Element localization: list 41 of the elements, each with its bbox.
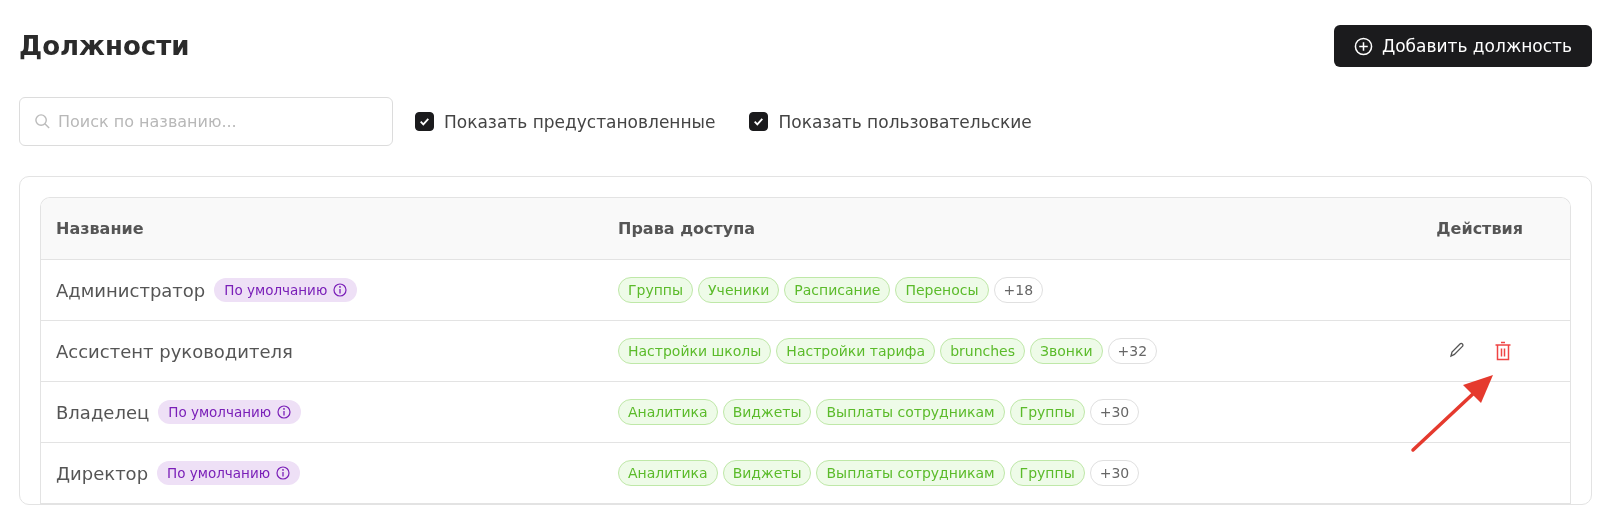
permission-tag: Ученики bbox=[698, 277, 780, 303]
role-name: Ассистент руководителя bbox=[56, 340, 293, 362]
permission-tag: Звонки bbox=[1030, 338, 1103, 364]
role-name: Владелец bbox=[56, 401, 150, 423]
permission-tag: Выплаты сотрудникам bbox=[816, 399, 1005, 425]
badge-label: По умолчанию bbox=[224, 282, 328, 298]
permission-tag: Аналитика bbox=[618, 460, 718, 486]
checkbox-label: Показать предустановленные bbox=[444, 111, 716, 132]
column-header: Название bbox=[55, 219, 145, 238]
permission-tag: Расписание bbox=[784, 277, 891, 303]
permission-tag: Группы bbox=[1009, 460, 1085, 486]
permission-tag: Настройки школы bbox=[618, 338, 772, 364]
column-header: Права доступа bbox=[617, 219, 757, 238]
permission-tag: Переносы bbox=[895, 277, 989, 303]
page-title: Должности bbox=[19, 31, 190, 61]
badge-label: По умолчанию bbox=[168, 404, 272, 420]
permission-tag: Виджеты bbox=[722, 399, 812, 425]
permission-tag: Аналитика bbox=[618, 399, 718, 425]
permission-tag: Группы bbox=[1009, 399, 1085, 425]
column-header: Действия bbox=[1435, 219, 1524, 238]
info-icon bbox=[333, 283, 348, 297]
permission-tag: Группы bbox=[618, 277, 694, 303]
info-icon bbox=[276, 466, 291, 480]
permission-tag: Настройки тарифа bbox=[776, 338, 936, 364]
add-position-button[interactable]: Добавить должность bbox=[1333, 25, 1592, 67]
plus-circle-icon bbox=[1353, 36, 1373, 56]
checkmark-icon bbox=[752, 115, 766, 128]
checkmark-icon bbox=[418, 115, 431, 128]
permission-tag: Выплаты сотрудникам bbox=[816, 460, 1005, 486]
trash-icon[interactable] bbox=[1494, 341, 1512, 361]
role-name: Директор bbox=[56, 462, 149, 484]
checkbox[interactable] bbox=[415, 112, 434, 131]
permission-tag: brunches bbox=[940, 338, 1026, 364]
info-icon bbox=[277, 405, 292, 419]
checkbox-label: Показать пользовательские bbox=[778, 111, 1032, 132]
permission-tag: Виджеты bbox=[722, 460, 812, 486]
badge-label: По умолчанию bbox=[167, 465, 271, 481]
search-field[interactable]: Поиск по названию... bbox=[19, 97, 393, 146]
search-icon bbox=[34, 113, 51, 130]
role-name: Администратор bbox=[56, 279, 206, 301]
checkbox[interactable] bbox=[749, 112, 769, 131]
